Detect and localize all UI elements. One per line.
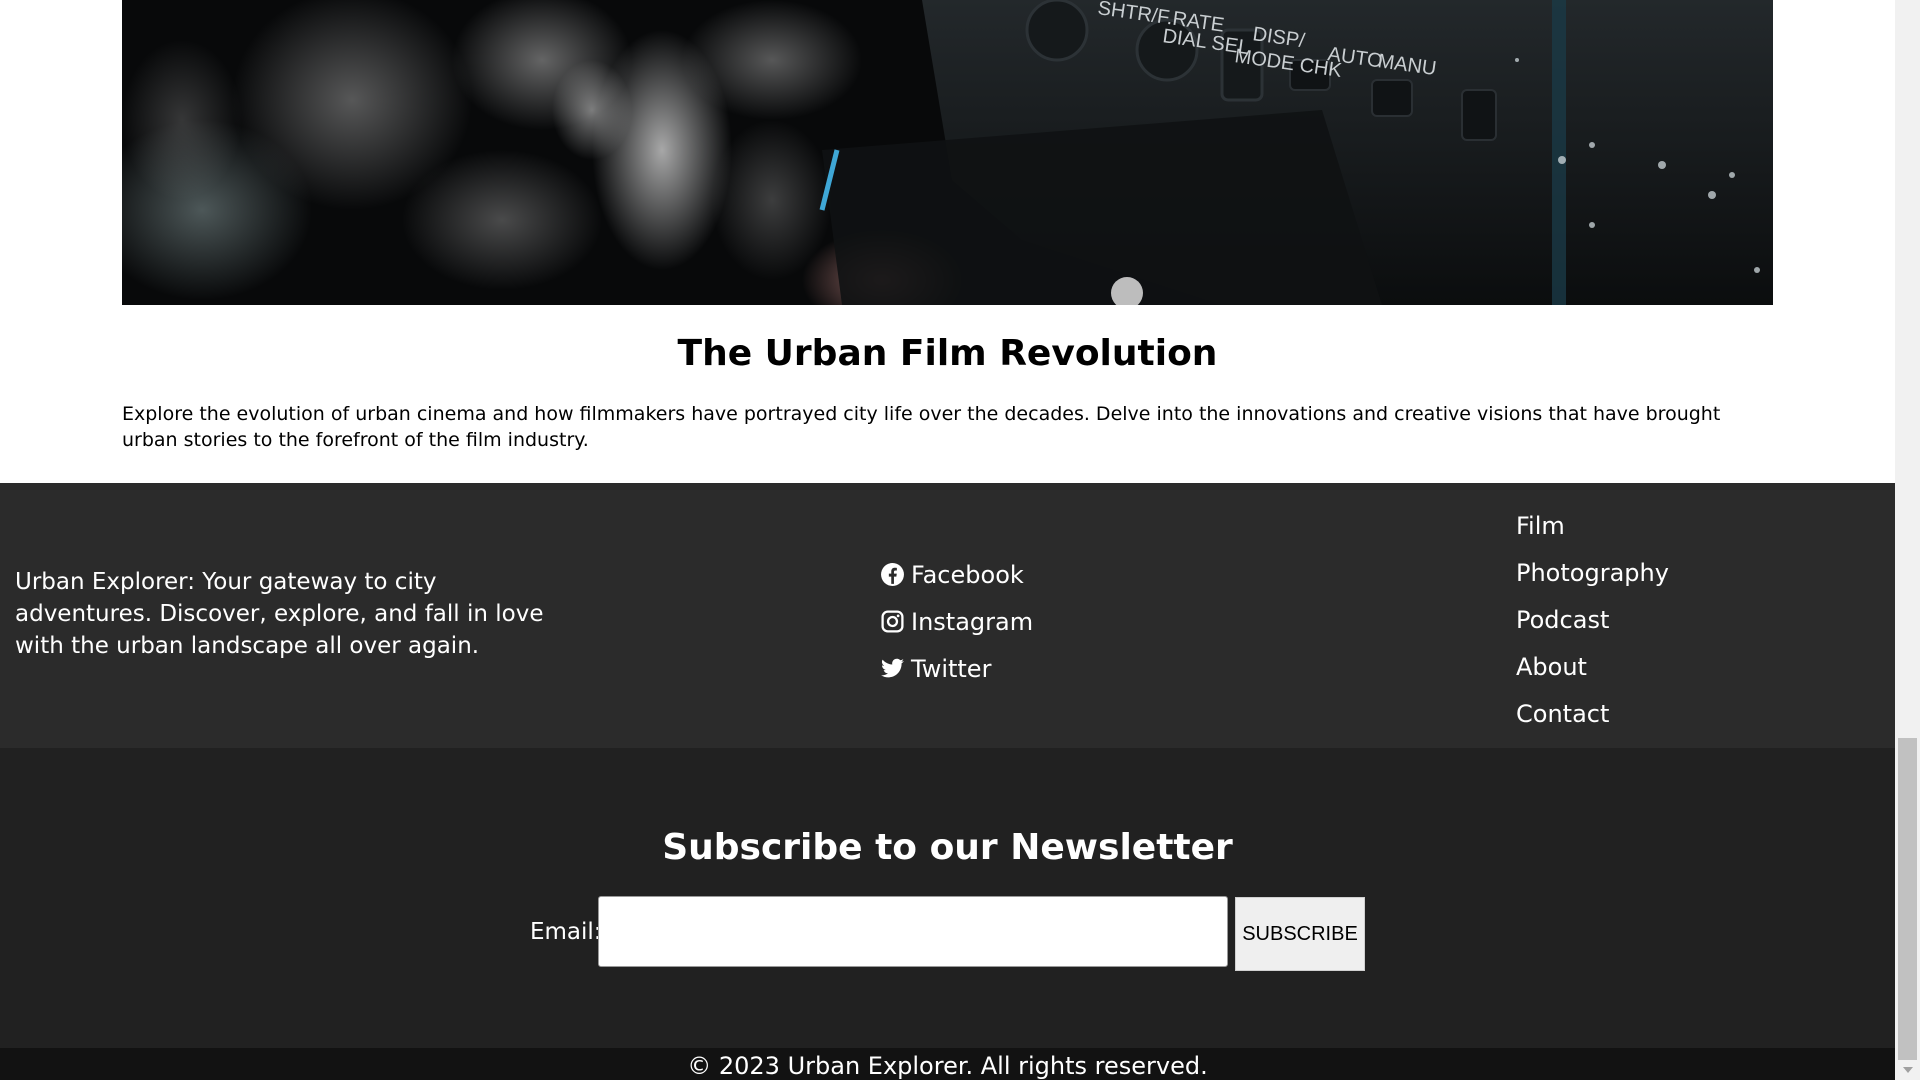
footer-nav-podcast[interactable]: Podcast: [1516, 597, 1669, 644]
twitter-icon: [880, 656, 905, 681]
social-links: Facebook Instagram Twitter: [880, 551, 1033, 692]
scroll-down-arrow-icon[interactable]: [1895, 1061, 1920, 1078]
page: SHTR/F.RATE DIAL SEL DISP/ MODE CHK AUTO…: [0, 0, 1895, 1080]
footer: Urban Explorer: Your gateway to city adv…: [0, 483, 1895, 748]
article-hero-image: SHTR/F.RATE DIAL SEL DISP/ MODE CHK AUTO…: [122, 0, 1773, 305]
camera-photo: SHTR/F.RATE DIAL SEL DISP/ MODE CHK AUTO…: [122, 0, 1773, 305]
newsletter-section: Subscribe to our Newsletter Email: SUBSC…: [0, 748, 1895, 1048]
social-link-label: Twitter: [911, 654, 992, 683]
email-field[interactable]: [598, 896, 1228, 967]
facebook-icon: [880, 562, 905, 587]
social-link-label: Instagram: [911, 607, 1034, 636]
scrollbar-thumb[interactable]: [1898, 738, 1917, 1060]
subscribe-button[interactable]: SUBSCRIBE: [1235, 897, 1365, 971]
footer-about-text: Urban Explorer: Your gateway to city adv…: [15, 569, 544, 659]
footer-nav-about[interactable]: About: [1516, 644, 1669, 691]
social-link-label: Facebook: [911, 560, 1024, 589]
newsletter-title: Subscribe to our Newsletter: [662, 827, 1233, 868]
vertical-scrollbar[interactable]: [1895, 0, 1920, 1080]
footer-nav-film[interactable]: Film: [1516, 503, 1669, 550]
footer-nav-photography[interactable]: Photography: [1516, 550, 1669, 597]
email-label: Email:: [530, 919, 602, 945]
article-title: The Urban Film Revolution: [677, 333, 1218, 374]
footer-nav: Film Photography Podcast About Contact: [1516, 503, 1669, 738]
instagram-icon: [880, 609, 905, 634]
footer-nav-contact[interactable]: Contact: [1516, 691, 1669, 738]
social-link-twitter[interactable]: Twitter: [880, 645, 1033, 692]
social-link-facebook[interactable]: Facebook: [880, 551, 1033, 598]
article-description: Explore the evolution of urban cinema an…: [122, 403, 1721, 451]
social-link-instagram[interactable]: Instagram: [880, 598, 1033, 645]
copyright-bar: © 2023 Urban Explorer. All rights reserv…: [0, 1048, 1895, 1080]
copyright-text: © 2023 Urban Explorer. All rights reserv…: [687, 1052, 1208, 1080]
